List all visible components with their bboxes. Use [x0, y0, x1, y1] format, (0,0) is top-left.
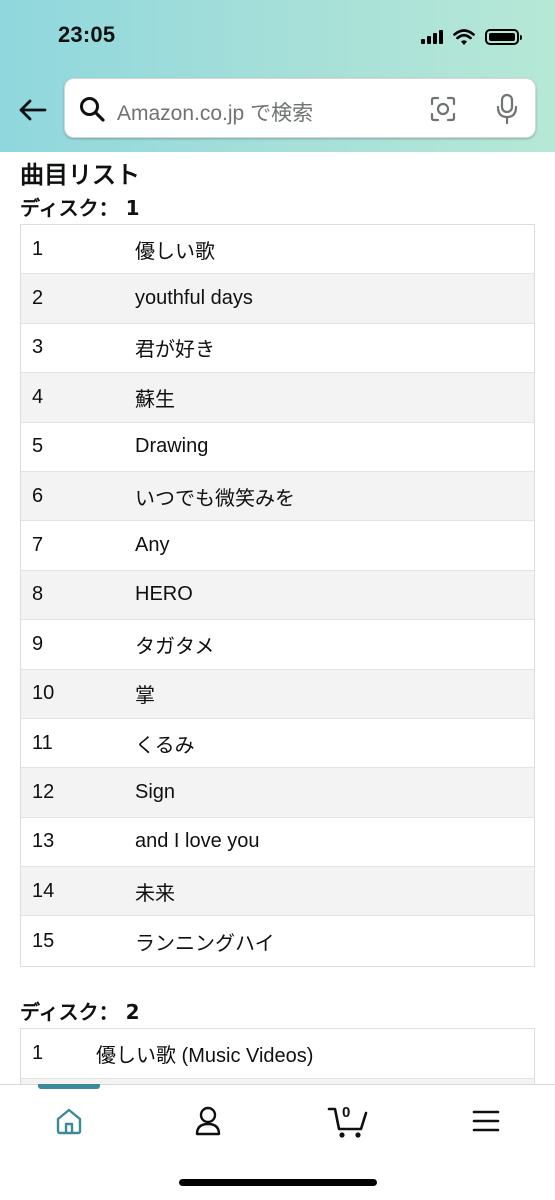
- cellular-signal-icon: [421, 30, 443, 44]
- track-number: 7: [32, 534, 44, 557]
- track-number: 9: [32, 632, 44, 655]
- disc-1-track-table: 1 優しい歌 2 youthful days 3 君が好き 4 蘇生 5 Drawing …: [20, 224, 535, 967]
- disc-label: ディスク： 1: [20, 196, 140, 220]
- track-number: 1: [32, 237, 44, 260]
- table-row: 11 くるみ: [21, 719, 534, 769]
- status-icons: [421, 26, 522, 48]
- track-title: タガタメ: [135, 635, 215, 658]
- nav-menu[interactable]: [464, 1101, 508, 1141]
- track-title: 優しい歌: [135, 240, 215, 263]
- track-title: 君が好き: [135, 339, 215, 362]
- battery-icon: [485, 29, 522, 45]
- track-number: 15: [32, 929, 55, 952]
- track-number: 14: [32, 879, 55, 902]
- track-number: 11: [32, 731, 53, 754]
- table-row: 1 優しい歌 (Music Videos): [21, 1029, 534, 1079]
- back-button[interactable]: [14, 92, 50, 128]
- track-number: 3: [32, 336, 44, 359]
- microphone-icon[interactable]: [495, 93, 519, 125]
- track-title: HERO: [135, 583, 193, 606]
- track-title: ランニングハイ: [135, 932, 275, 955]
- nav-home[interactable]: [47, 1101, 91, 1141]
- table-row: 14 未来: [21, 867, 534, 917]
- track-title: and I love you: [135, 830, 260, 853]
- search-placeholder: Amazon.co.jp で検索: [117, 102, 314, 125]
- track-number: 10: [32, 682, 55, 705]
- status-time: 23:05: [58, 22, 116, 47]
- home-icon: [56, 1108, 82, 1135]
- table-row: 3 君が好き: [21, 324, 534, 374]
- table-row: 5 Drawing: [21, 423, 534, 472]
- table-row: 2 youthful days: [21, 274, 534, 324]
- back-arrow-icon: [19, 99, 47, 121]
- track-title: Any: [135, 534, 170, 557]
- track-number: 13: [32, 830, 55, 853]
- home-indicator[interactable]: [179, 1179, 377, 1186]
- active-tab-indicator: [38, 1084, 100, 1089]
- track-title: 蘇生: [135, 388, 175, 411]
- track-list-content: 曲目リスト ディスク： 1 1 優しい歌 2 youthful days 3 君が好き…: [0, 152, 555, 1084]
- disc-2-track-table: 1 優しい歌 (Music Videos): [20, 1028, 535, 1084]
- track-title: 優しい歌 (Music Videos): [96, 1045, 314, 1067]
- table-row: 4 蘇生: [21, 373, 534, 423]
- table-row: 8 HERO: [21, 570, 534, 621]
- track-number: 2: [32, 287, 44, 310]
- table-row: 12 Sign: [21, 768, 534, 818]
- camera-search-icon[interactable]: [429, 95, 457, 123]
- nav-account[interactable]: [186, 1101, 230, 1141]
- cart-count-badge: 0: [342, 1104, 351, 1121]
- track-title: Sign: [135, 780, 176, 803]
- track-number: 1: [32, 1042, 44, 1064]
- track-number: 8: [32, 583, 44, 606]
- table-row: 13 and I love you: [21, 818, 534, 868]
- section-title: 曲目リスト: [20, 161, 140, 189]
- account-icon: [195, 1106, 221, 1136]
- table-row: 10 掌: [21, 669, 534, 719]
- table-row: 9 タガタメ: [21, 620, 534, 670]
- table-row: 15 ランニングハイ: [21, 916, 534, 965]
- track-title: くるみ: [135, 734, 195, 757]
- track-number: 6: [32, 484, 44, 507]
- track-number: 4: [32, 385, 44, 408]
- top-header: 23:05 Amazon.co.jp で検索: [0, 0, 555, 152]
- track-title: 掌: [135, 685, 155, 708]
- menu-icon: [472, 1110, 500, 1132]
- table-row: 7 Any: [21, 521, 534, 571]
- track-number: 5: [32, 435, 44, 458]
- nav-cart[interactable]: 0: [324, 1101, 372, 1141]
- table-row: 6 いつでも微笑みを: [21, 471, 534, 522]
- search-icon: [80, 97, 105, 122]
- wifi-icon: [453, 28, 475, 45]
- table-row: 1 優しい歌: [21, 225, 534, 275]
- track-title: Drawing: [135, 435, 209, 458]
- track-title: youthful days: [135, 287, 253, 310]
- track-title: いつでも微笑みを: [135, 487, 295, 510]
- search-input[interactable]: Amazon.co.jp で検索: [64, 78, 536, 138]
- track-title: 未来: [135, 882, 175, 905]
- track-number: 12: [32, 780, 55, 803]
- disc-label: ディスク： 2: [20, 1000, 140, 1024]
